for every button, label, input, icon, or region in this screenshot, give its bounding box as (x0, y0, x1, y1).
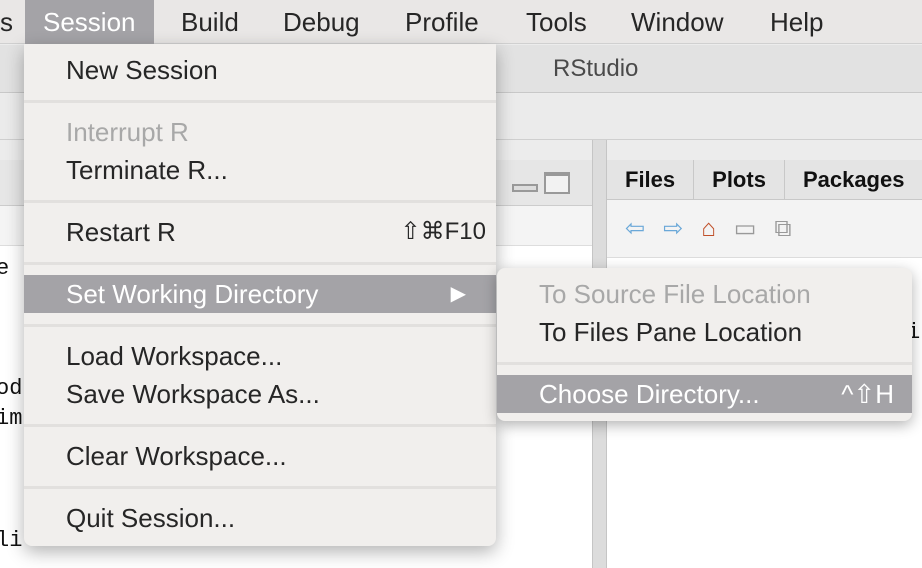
shortcut-label: ⇧⌘F10 (400, 218, 486, 245)
menu-profile[interactable]: Profile (387, 0, 497, 44)
minimize-pane-icon[interactable] (512, 184, 538, 192)
submenu-arrow-icon: ▶ (450, 283, 466, 305)
code-fragment: li (0, 528, 23, 553)
menu-item-load-workspace[interactable]: Load Workspace... (24, 337, 496, 375)
menu-item-interrupt-r: Interrupt R (66, 117, 189, 147)
menu-item-to-source-file-location: To Source File Location (539, 279, 811, 309)
session-menu: New Session Interrupt R Terminate R... R… (24, 44, 496, 546)
menu-separator (24, 424, 496, 427)
menu-item-save-workspace-as[interactable]: Save Workspace As... (24, 375, 496, 413)
menu-bar: s Session Build Debug Profile Tools Wind… (0, 0, 922, 44)
menu-debug[interactable]: Debug (265, 0, 378, 44)
menu-separator (24, 200, 496, 203)
menu-item-label: Set Working Directory (66, 279, 319, 309)
print-icon[interactable]: ▭ (734, 214, 757, 243)
menu-item-terminate-r[interactable]: Terminate R... (24, 151, 496, 189)
back-arrow-icon[interactable]: ⇦ (625, 214, 645, 243)
export-icon[interactable]: ⧉ (774, 215, 791, 243)
maximize-pane-icon[interactable] (544, 172, 570, 194)
tab-files[interactable]: Files (607, 160, 695, 200)
code-fragment: od (0, 376, 23, 401)
menu-tools[interactable]: Tools (508, 0, 605, 44)
forward-arrow-icon[interactable]: ⇨ (663, 214, 683, 243)
menu-item-to-files-pane-location[interactable]: To Files Pane Location (497, 313, 912, 351)
code-fragment: im (0, 406, 23, 431)
menu-item-set-working-directory[interactable]: Set Working Directory ▶ (24, 275, 496, 313)
menu-item-clear-workspace[interactable]: Clear Workspace... (24, 437, 496, 475)
menu-item-quit-session[interactable]: Quit Session... (24, 499, 496, 537)
menu-separator (24, 262, 496, 265)
tab-packages[interactable]: Packages (785, 160, 922, 200)
menu-item-label: Choose Directory... (539, 379, 760, 409)
menu-session[interactable]: Session (25, 0, 154, 44)
menu-build[interactable]: Build (163, 0, 257, 44)
menu-item-restart-r[interactable]: Restart R ⇧⌘F10 (24, 213, 496, 251)
window-title: RStudio (553, 55, 639, 82)
menu-item-label: Restart R (66, 217, 176, 247)
code-fragment: e (0, 256, 10, 281)
menu-separator (24, 486, 496, 489)
menu-item-choose-directory[interactable]: Choose Directory... ^⇧H (497, 375, 912, 413)
menu-separator (24, 100, 496, 103)
home-icon[interactable]: ⌂ (701, 215, 716, 243)
menu-separator (497, 362, 912, 365)
menu-item-new-session[interactable]: New Session (24, 51, 496, 89)
shortcut-label: ^⇧H (841, 379, 894, 409)
tab-plots[interactable]: Plots (694, 160, 785, 200)
menu-help[interactable]: Help (752, 0, 841, 44)
menu-window[interactable]: Window (613, 0, 741, 44)
working-directory-submenu: To Source File Location To Files Pane Lo… (497, 268, 912, 421)
menu-separator (24, 324, 496, 327)
